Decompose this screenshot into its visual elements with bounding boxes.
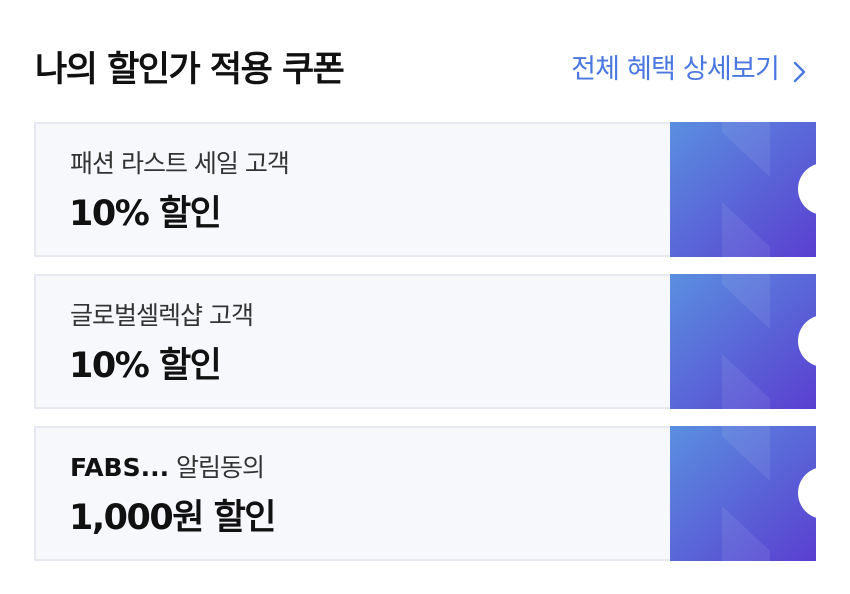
coupon-stub-graphic bbox=[670, 122, 816, 257]
coupon-discount-amount: 10% 할인 bbox=[69, 346, 222, 386]
chevron-right-icon bbox=[789, 56, 815, 84]
coupon-discount-amount: 10% 할인 bbox=[69, 194, 222, 234]
coupon-condition-text: 글로벌셀렉샵 고객 bbox=[70, 301, 254, 330]
see-all-label: 전체 혜택 상세보기 bbox=[571, 54, 780, 85]
coupon-condition-text: 알림동의 bbox=[169, 453, 265, 482]
see-all-benefits-link[interactable]: 전체 혜택 상세보기 bbox=[571, 45, 815, 95]
coupon-stub-graphic bbox=[670, 274, 816, 409]
page-title: 나의 할인가 적용 쿠폰 bbox=[35, 50, 345, 90]
coupon-card[interactable]: 글로벌셀렉샵 고객 10% 할인 bbox=[34, 274, 816, 409]
coupon-condition-text: 패션 라스트 세일 고객 bbox=[70, 149, 290, 178]
coupon-card[interactable]: FABS... 알림동의 1,000원 할인 bbox=[34, 426, 816, 561]
coupon-section-header: 나의 할인가 적용 쿠폰 전체 혜택 상세보기 bbox=[35, 45, 815, 95]
coupon-condition: 패션 라스트 세일 고객 bbox=[70, 148, 290, 180]
coupon-stub-graphic bbox=[670, 426, 816, 561]
coupon-condition-bold: FABS... bbox=[70, 453, 170, 482]
coupon-condition: FABS... 알림동의 bbox=[70, 452, 265, 484]
coupon-condition: 글로벌셀렉샵 고객 bbox=[70, 300, 254, 332]
coupon-card[interactable]: 패션 라스트 세일 고객 10% 할인 bbox=[34, 122, 816, 257]
coupon-discount-amount: 1,000원 할인 bbox=[69, 498, 277, 538]
